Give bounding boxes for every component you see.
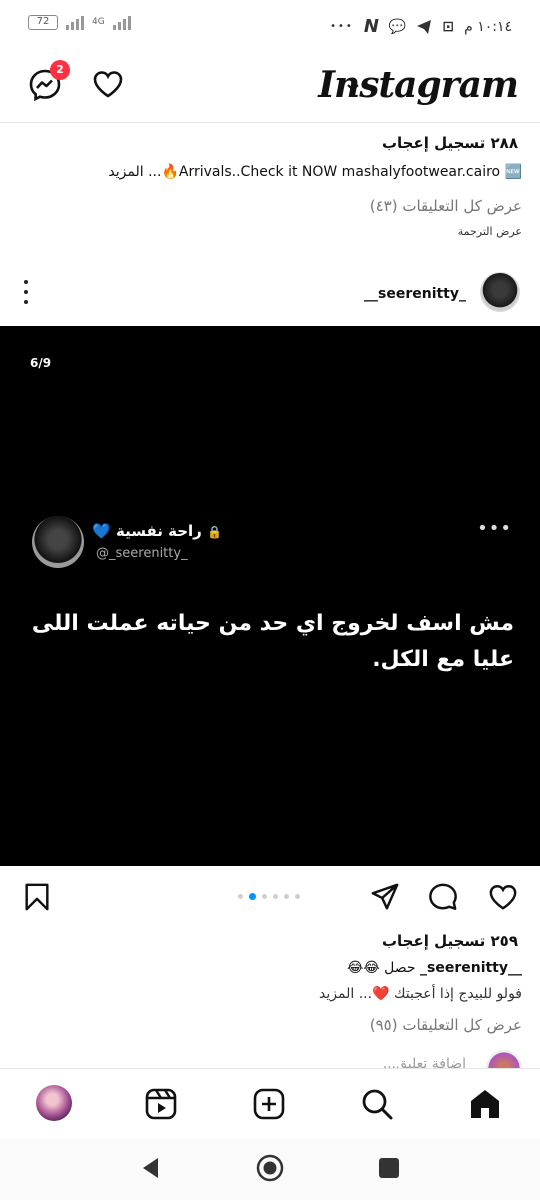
previous-post-view-comments[interactable]: عرض كل التعليقات (٤٣) [370,197,522,215]
reels-icon[interactable] [144,1087,178,1121]
bookmark-icon[interactable] [22,882,52,912]
n-app-icon: N [363,16,379,37]
tweet-menu-icon: ••• [477,518,512,539]
status-bar: 72 4G ١٠:١٤ م ⊡ 💬 N ••• [0,0,540,56]
battery-icon: 72 [28,14,58,30]
avatar[interactable] [480,272,520,312]
post-view-comments[interactable]: عرض كل التعليقات (٩٥) [370,1016,522,1034]
clock: ١٠:١٤ م [464,18,512,35]
post-actions [0,876,540,920]
status-right: ١٠:١٤ م ⊡ 💬 N ••• [330,16,512,37]
post-username[interactable]: __seerenitty_ [364,286,466,302]
divider [0,122,540,123]
previous-post-likes[interactable]: ٢٨٨ تسجيل إعجاب [382,134,518,152]
previous-post-caption[interactable]: Arrivals..Check it NOW mashalyfootwear.c… [108,164,522,180]
back-icon[interactable] [140,1156,162,1180]
tweet-text: مش اسف لخروج اي حد من حياته عملت اللى عل… [31,611,514,672]
nfc-icon: ⊡ [442,18,455,35]
post-caption-line2[interactable]: فولو للبيدج إذا أعجبتك ❤️... المزيد [319,986,522,1002]
chevron-down-icon[interactable] [346,80,360,94]
post-header: __seerenitty_ [0,264,540,324]
create-post-icon[interactable] [252,1087,286,1121]
recents-icon[interactable] [378,1157,400,1179]
post-caption: __seerenitty_ حصل 😂😂 [347,960,522,976]
chat-bubble-icon: 💬 [388,18,407,35]
carousel-indicator [238,893,300,900]
more-options-icon[interactable] [24,280,30,304]
status-left: 72 4G [28,14,131,30]
system-nav-bar [0,1138,540,1200]
comment-icon[interactable] [428,882,458,912]
messenger-badge: 2 [50,60,70,80]
caption-text: حصل 😂😂 [346,960,416,976]
like-heart-icon[interactable] [488,882,518,912]
signal-icon-2 [112,14,131,30]
more-notifications-icon: ••• [330,21,354,32]
telegram-icon [417,19,432,34]
previous-post-translate[interactable]: عرض الترجمة [458,225,522,238]
heart-icon[interactable] [92,68,124,100]
post-image[interactable]: 6/9 🔒 راحة نفسية 💙 @_seerenitty_ ••• مش … [0,326,540,866]
caption-username[interactable]: __seerenitty_ [420,960,522,976]
tweet-handle: @_seerenitty_ [96,546,188,561]
carousel-page-counter: 6/9 [30,356,52,370]
tweet-avatar [32,516,84,568]
share-icon[interactable] [370,882,400,912]
post-likes[interactable]: ٢٥٩ تسجيل إعجاب [382,932,518,950]
comment-avatar [486,1050,522,1068]
profile-avatar[interactable] [36,1085,72,1121]
tweet-name-text: راحة نفسية 💙 [92,522,202,540]
home-icon[interactable] [468,1087,502,1121]
tweet-display-name: 🔒 راحة نفسية 💙 [92,522,222,540]
top-bar: Instagram 2 [0,56,540,122]
bottom-nav [0,1068,540,1138]
network-label: 4G [92,17,105,27]
lock-icon: 🔒 [207,525,222,539]
signal-icon [66,14,84,30]
home-circle-icon[interactable] [256,1154,284,1182]
search-icon[interactable] [360,1087,394,1121]
